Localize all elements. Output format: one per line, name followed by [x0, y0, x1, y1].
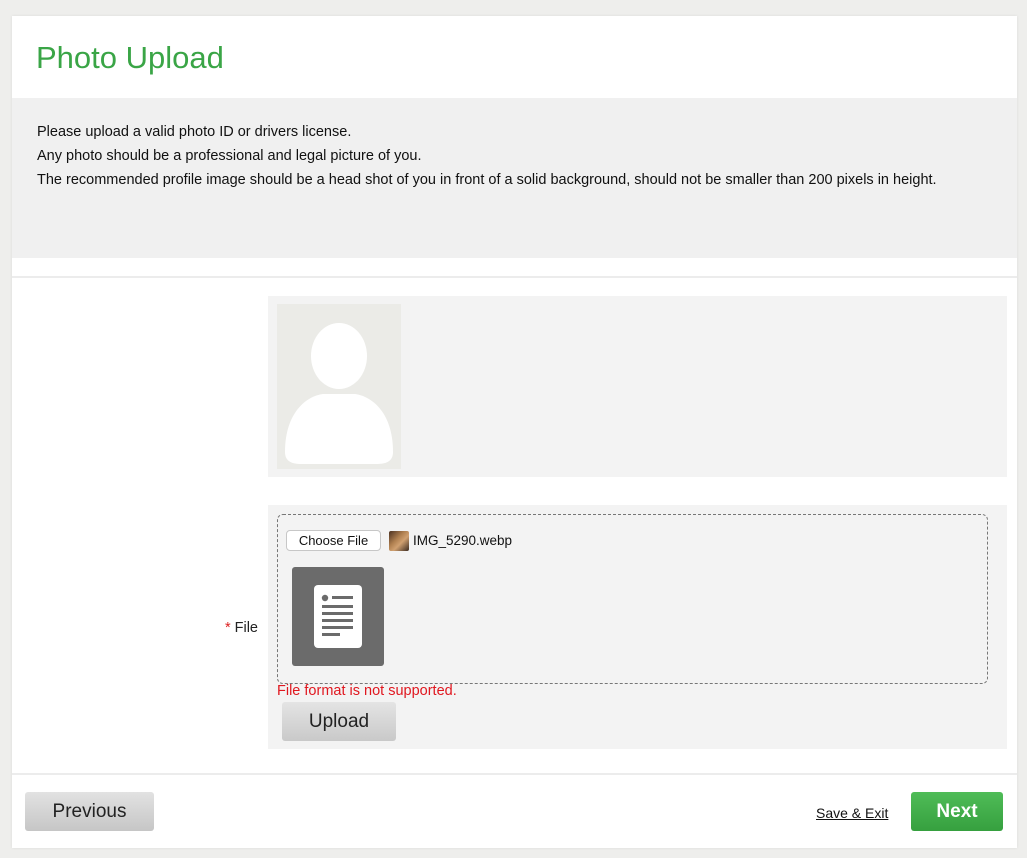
previous-button[interactable]: Previous — [25, 792, 154, 831]
instruction-line: The recommended profile image should be … — [37, 172, 937, 188]
file-field-row: Choose File IMG_5290.webp File format is… — [268, 505, 1007, 749]
instruction-line: Any photo should be a professional and l… — [37, 148, 422, 164]
page-header: Photo Upload — [12, 16, 1017, 98]
instruction-line: Please upload a valid photo ID or driver… — [37, 124, 352, 140]
instructions-box: Please upload a valid photo ID or driver… — [12, 98, 1017, 258]
save-exit-link[interactable]: Save & Exit — [816, 805, 888, 821]
divider — [12, 773, 1017, 775]
upload-button[interactable]: Upload — [282, 702, 396, 741]
page-title: Photo Upload — [36, 40, 224, 75]
file-error-message: File format is not supported. — [277, 683, 457, 699]
required-marker: * — [224, 620, 231, 636]
file-label-text: File — [234, 620, 258, 636]
divider — [12, 276, 1017, 278]
file-dropzone[interactable]: Choose File IMG_5290.webp — [277, 514, 988, 684]
file-thumbnail — [389, 531, 409, 551]
choose-file-button[interactable]: Choose File — [286, 530, 381, 551]
photo-preview-area — [268, 296, 1007, 477]
photo-upload-panel: Photo Upload Please upload a valid photo… — [12, 16, 1017, 848]
file-field-label: * File — [12, 620, 258, 636]
file-preview — [292, 567, 384, 666]
avatar — [277, 304, 401, 469]
selected-file-name: IMG_5290.webp — [413, 533, 513, 548]
next-button[interactable]: Next — [911, 792, 1003, 831]
person-silhouette-icon — [285, 323, 393, 464]
document-icon — [314, 585, 362, 648]
